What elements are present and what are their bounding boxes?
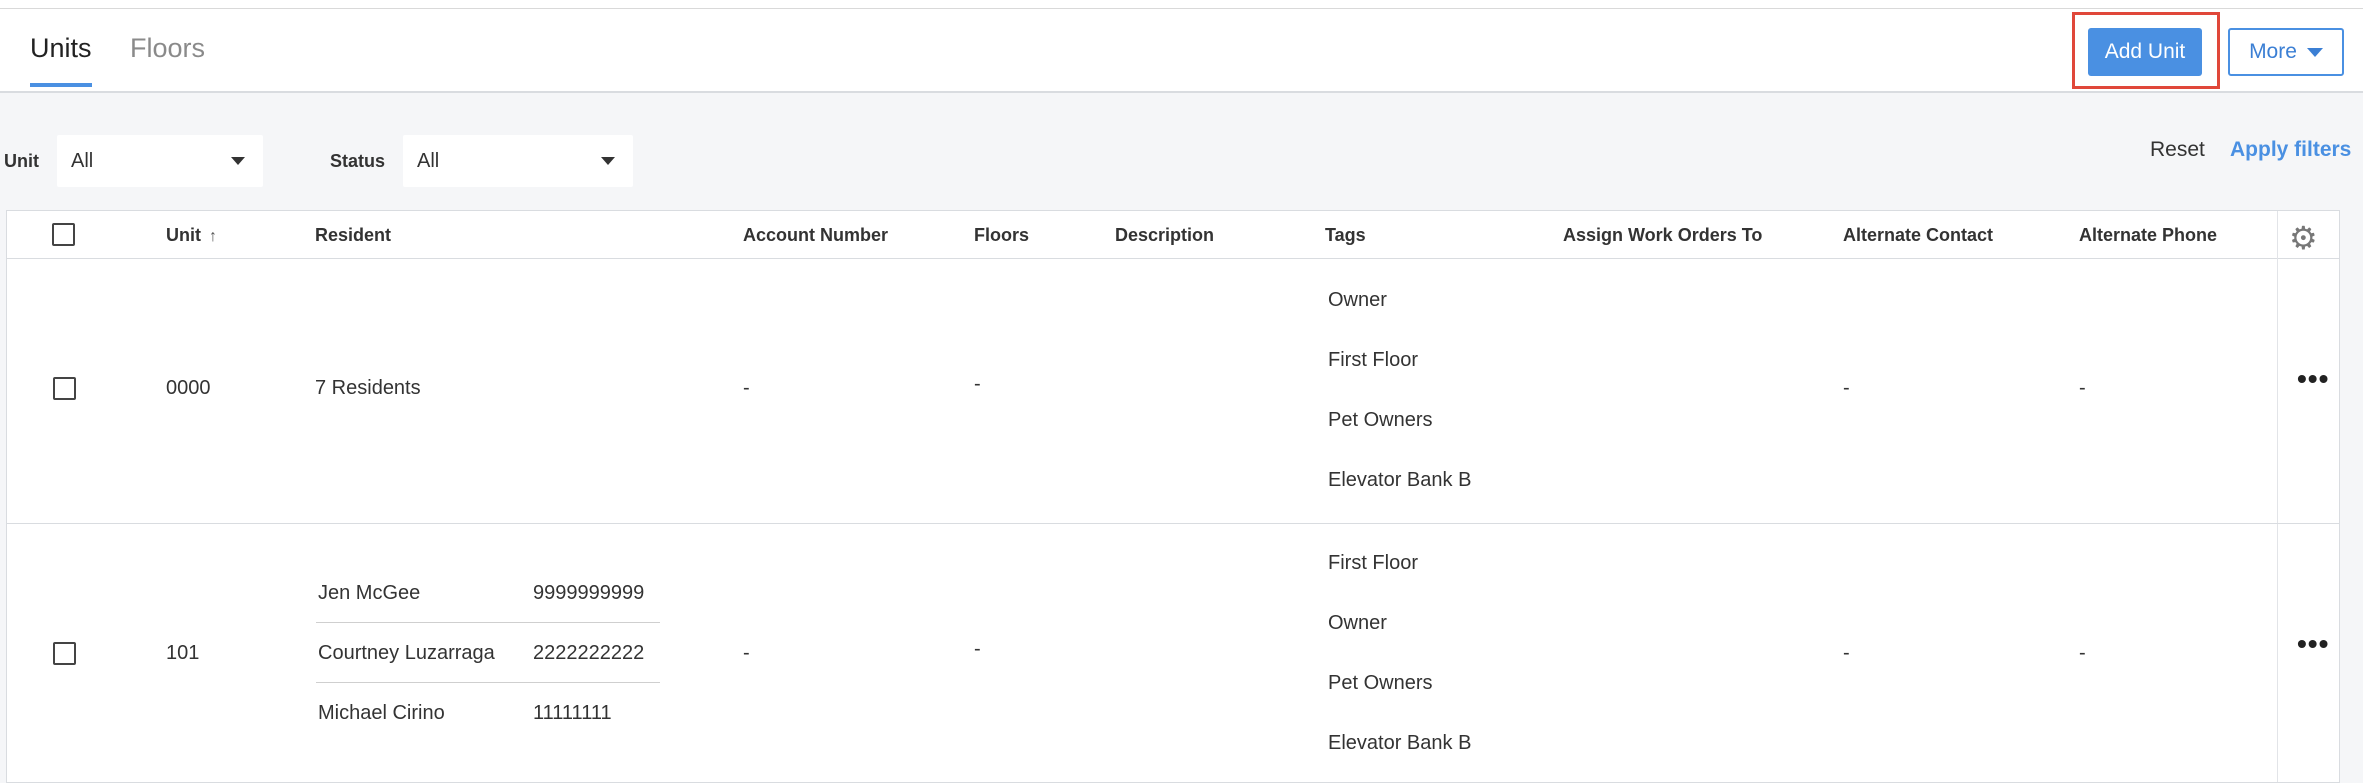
alternate-contact: - (1843, 377, 1850, 399)
alternate-phone: - (2079, 377, 2086, 399)
column-header-description[interactable]: Description (1115, 225, 1214, 246)
row-checkbox[interactable] (53, 377, 76, 400)
floors-value: - (974, 638, 981, 660)
resident-phone: 9999999999 (533, 582, 645, 604)
column-header-tags[interactable]: Tags (1325, 225, 1366, 246)
apply-filters-link[interactable]: Apply filters (2230, 138, 2351, 162)
alternate-phone: - (2079, 642, 2086, 664)
page-header: Units Floors (0, 9, 2363, 93)
tab-units[interactable]: Units (30, 33, 92, 87)
column-header-unit[interactable]: Unit ↑ (166, 225, 217, 246)
resident-phone: 11111111 (533, 702, 612, 724)
resident-divider (316, 682, 660, 683)
add-unit-button[interactable]: Add Unit (2088, 28, 2202, 76)
unit-filter-label: Unit (4, 151, 39, 171)
more-button[interactable]: More (2228, 28, 2344, 76)
table-row[interactable]: 0000 7 Residents - - Owner First Floor P… (7, 259, 2339, 524)
column-header-floors[interactable]: Floors (974, 225, 1029, 246)
resident-name[interactable]: Courtney Luzarraga (318, 642, 495, 665)
more-button-label: More (2249, 40, 2297, 63)
tag: Owner (1328, 289, 1387, 311)
tag: Pet Owners (1328, 672, 1433, 694)
floors-value: - (974, 373, 981, 395)
resident-summary[interactable]: 7 Residents (315, 377, 421, 400)
gear-icon[interactable]: ⚙ (2289, 219, 2318, 257)
unit-filter-value: All (71, 149, 94, 172)
status-filter-select[interactable]: All (403, 135, 633, 187)
account-number: - (743, 642, 750, 664)
resident-divider (316, 622, 660, 623)
status-filter-value: All (417, 149, 440, 172)
reset-filters-link[interactable]: Reset (2150, 138, 2205, 162)
tag: Owner (1328, 612, 1387, 634)
tab-floors[interactable]: Floors (130, 33, 205, 64)
status-filter-label: Status (330, 151, 386, 171)
resident-name[interactable]: Jen McGee (318, 582, 420, 605)
tag: First Floor (1328, 349, 1418, 371)
row-menu-icon[interactable]: ••• (2297, 628, 2329, 660)
dropdown-arrow-icon (231, 157, 245, 165)
tag: Pet Owners (1328, 409, 1433, 431)
column-header-resident[interactable]: Resident (315, 225, 391, 246)
select-all-checkbox[interactable] (52, 223, 75, 246)
table-header: Unit ↑ Resident Account Number Floors Des… (7, 211, 2339, 259)
account-number: - (743, 377, 750, 399)
resident-name[interactable]: Michael Cirino (318, 702, 445, 725)
dropdown-arrow-icon (601, 157, 615, 165)
column-header-account-number[interactable]: Account Number (743, 225, 888, 246)
column-header-alternate-phone[interactable]: Alternate Phone (2079, 225, 2217, 246)
unit-filter-select[interactable]: All (57, 135, 263, 187)
alternate-contact: - (1843, 642, 1850, 664)
table-row[interactable]: 101 Jen McGee 9999999999 Courtney Luzarr… (7, 524, 2339, 783)
unit-number[interactable]: 0000 (166, 377, 211, 400)
unit-number[interactable]: 101 (166, 642, 199, 665)
units-table: Unit ↑ Resident Account Number Floors Des… (6, 210, 2340, 783)
tag: First Floor (1328, 552, 1418, 574)
sort-ascending-icon[interactable]: ↑ (209, 228, 217, 246)
caret-down-icon (2306, 47, 2323, 57)
row-menu-icon[interactable]: ••• (2297, 363, 2329, 395)
column-header-alternate-contact[interactable]: Alternate Contact (1843, 225, 1993, 246)
top-edge (0, 0, 2363, 9)
tag: Elevator Bank B (1328, 732, 1472, 754)
column-header-assign-work-orders[interactable]: Assign Work Orders To (1563, 225, 1762, 246)
resident-phone: 2222222222 (533, 642, 645, 664)
tag: Elevator Bank B (1328, 469, 1472, 491)
row-checkbox[interactable] (53, 642, 76, 665)
column-header-label: Unit (166, 225, 201, 245)
